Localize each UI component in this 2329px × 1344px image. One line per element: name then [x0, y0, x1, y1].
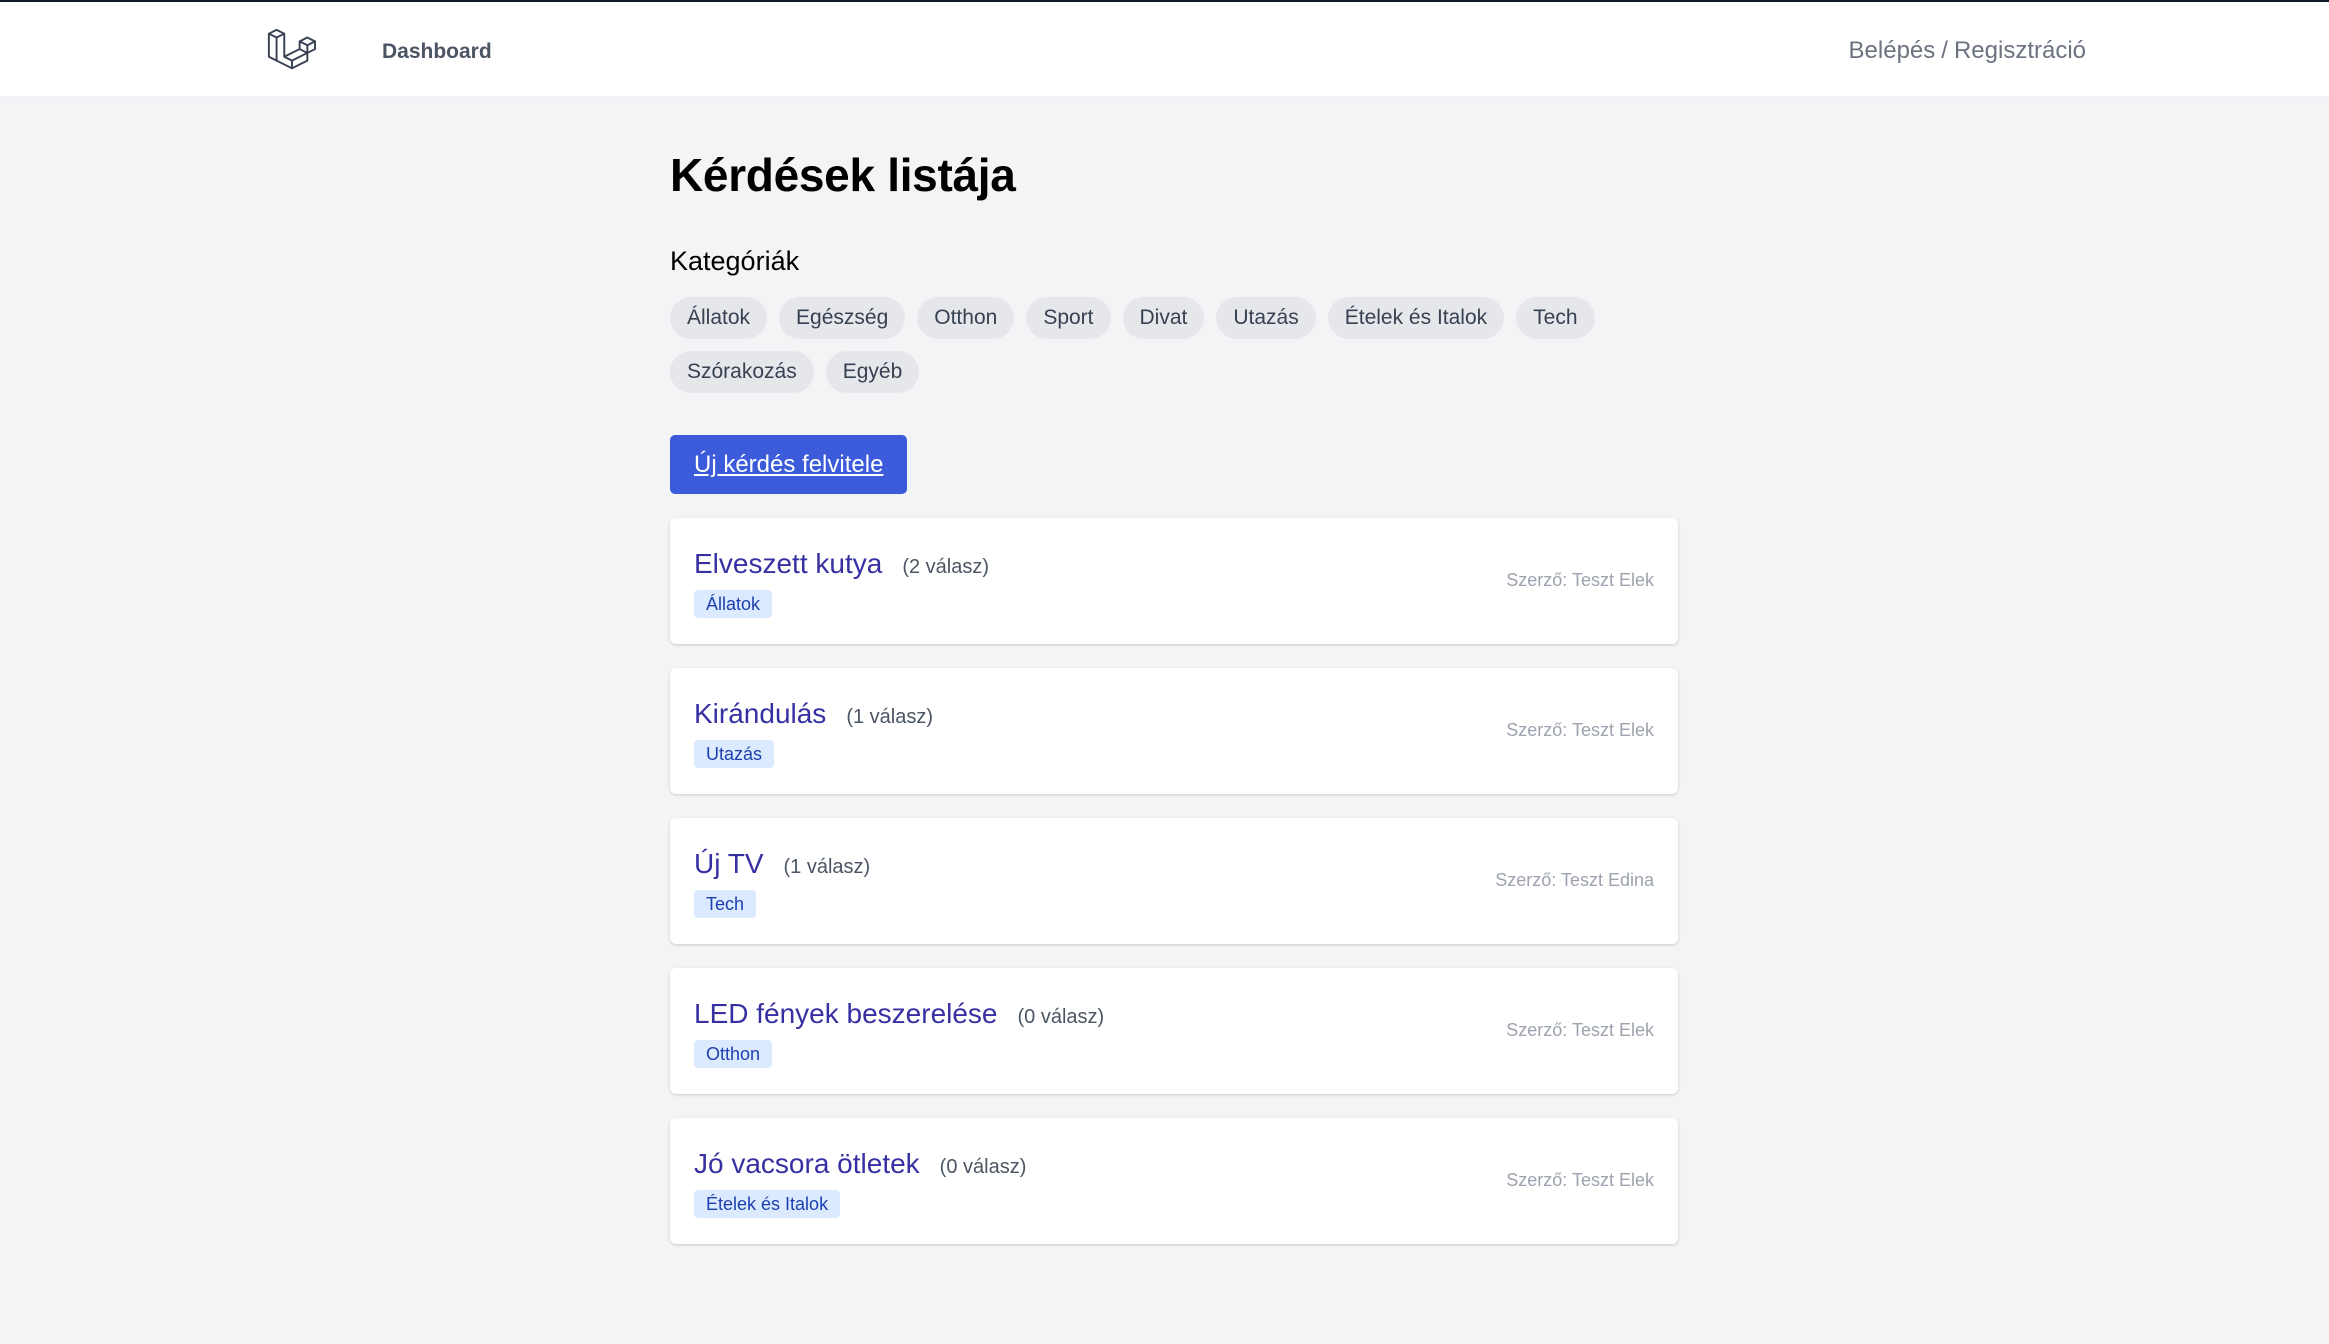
register-link[interactable]: Regisztráció [1954, 37, 2086, 64]
navbar: Dashboard Belépés / Regisztráció [0, 2, 2329, 97]
question-card: LED fények beszerelése (0 válasz) Otthon… [670, 968, 1678, 1094]
question-card: Új TV (1 válasz) Tech Szerző: Teszt Edin… [670, 818, 1678, 944]
answer-count: (1 válasz) [783, 856, 871, 878]
question-category-tag: Állatok [694, 590, 773, 618]
category-chip-utazas[interactable]: Utazás [1216, 297, 1316, 339]
auth-links: Belépés / Regisztráció [1849, 37, 2086, 65]
question-author: Szerző: Teszt Elek [1506, 570, 1654, 590]
question-title-link[interactable]: Kirándulás [694, 698, 826, 730]
category-chip-egeszseg[interactable]: Egészség [779, 297, 906, 339]
categories-heading: Kategóriák [670, 246, 800, 276]
question-title-row: Kirándulás (1 válasz) [694, 698, 933, 730]
question-title-row: Elveszett kutya (2 válasz) [694, 548, 989, 580]
login-link[interactable]: Belépés [1849, 37, 1936, 64]
question-title-link[interactable]: Jó vacsora ötletek [694, 1148, 920, 1180]
auth-separator: / [1941, 37, 1948, 64]
category-chip-allatok[interactable]: Állatok [670, 297, 768, 339]
question-title-link[interactable]: Elveszett kutya [694, 548, 882, 580]
category-chip-egyeb[interactable]: Egyéb [825, 351, 920, 393]
question-author: Szerző: Teszt Edina [1495, 870, 1654, 890]
question-category-tag: Utazás [694, 740, 775, 768]
question-category-tag: Tech [694, 890, 757, 918]
category-chips: Állatok Egészség Otthon Sport Divat Utaz… [670, 297, 1650, 393]
question-card: Kirándulás (1 válasz) Utazás Szerző: Tes… [670, 668, 1678, 794]
new-question-button[interactable]: Új kérdés felvitele [670, 435, 908, 494]
answer-count: (0 válasz) [1017, 1006, 1105, 1028]
category-chip-otthon[interactable]: Otthon [917, 297, 1015, 339]
answer-count: (0 válasz) [939, 1156, 1027, 1178]
question-author: Szerző: Teszt Elek [1506, 720, 1654, 740]
category-chip-divat[interactable]: Divat [1122, 297, 1205, 339]
question-author: Szerző: Teszt Elek [1506, 1170, 1654, 1190]
page-title: Kérdések listája [670, 149, 1016, 201]
category-chip-sport[interactable]: Sport [1026, 297, 1111, 339]
question-title-row: Új TV (1 válasz) [694, 848, 870, 880]
question-title-row: Jó vacsora ötletek (0 válasz) [694, 1148, 1026, 1180]
question-category-tag: Otthon [694, 1040, 773, 1068]
question-title-link[interactable]: LED fények beszerelése [694, 998, 998, 1030]
question-author: Szerző: Teszt Elek [1506, 1020, 1654, 1040]
question-card: Jó vacsora ötletek (0 válasz) Ételek és … [670, 1118, 1678, 1244]
main-content: Kérdések listája Kategóriák Állatok Egés… [670, 148, 1678, 1268]
category-chip-szorakozas[interactable]: Szórakozás [670, 351, 814, 393]
question-category-tag: Ételek és Italok [694, 1190, 841, 1218]
question-card: Elveszett kutya (2 válasz) Állatok Szerz… [670, 518, 1678, 644]
answer-count: (2 válasz) [902, 556, 990, 578]
nav-dashboard-link[interactable]: Dashboard [382, 40, 492, 64]
laravel-logo-icon[interactable] [266, 26, 316, 76]
category-chip-tech[interactable]: Tech [1516, 297, 1595, 339]
category-chip-etelek-es-italok[interactable]: Ételek és Italok [1327, 297, 1505, 339]
answer-count: (1 válasz) [846, 706, 934, 728]
question-list: Elveszett kutya (2 válasz) Állatok Szerz… [670, 518, 1678, 1244]
question-title-link[interactable]: Új TV [694, 848, 764, 880]
question-title-row: LED fények beszerelése (0 válasz) [694, 998, 1104, 1030]
